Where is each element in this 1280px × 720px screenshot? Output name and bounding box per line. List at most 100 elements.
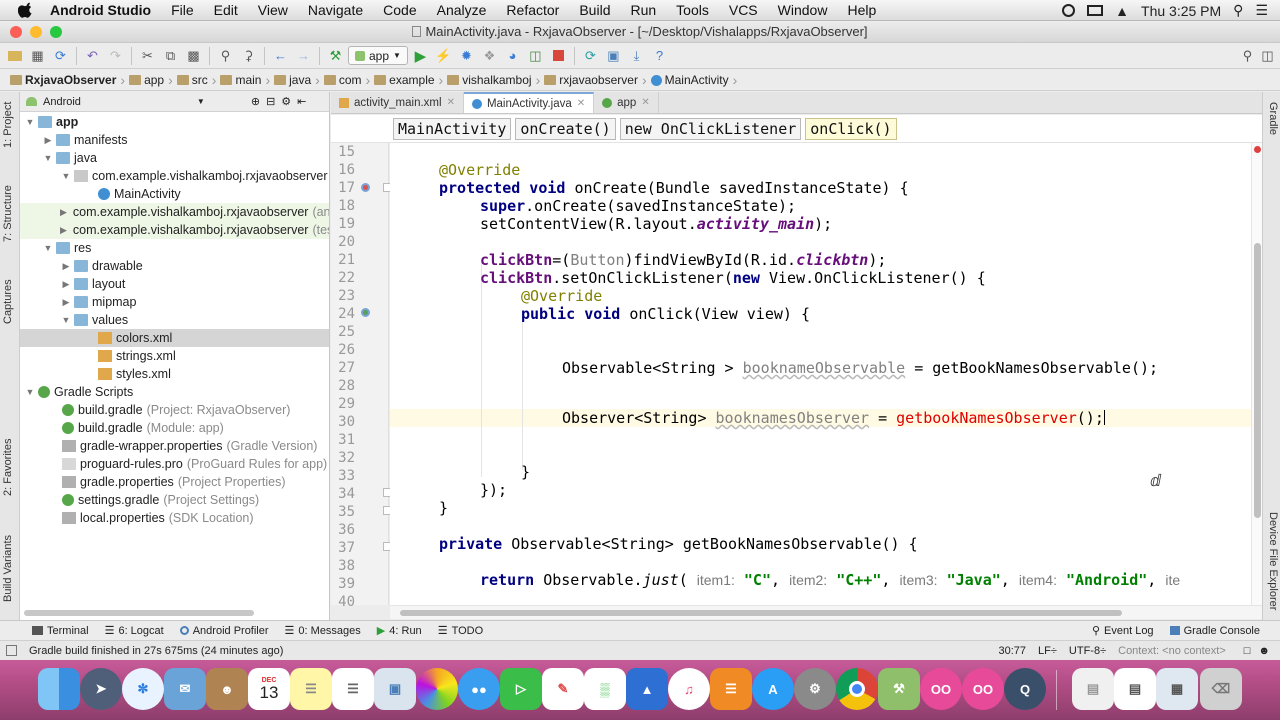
calendar-icon[interactable]: DEC 13 xyxy=(248,668,290,710)
crumb-mainactivity[interactable]: MainActivity xyxy=(647,71,733,90)
back-icon[interactable]: ← xyxy=(270,45,291,66)
undo-icon[interactable]: ↶ xyxy=(82,45,103,66)
breadcrumb-oncreate[interactable]: onCreate() xyxy=(515,117,616,140)
breadcrumb-onclick[interactable]: onClick() xyxy=(805,117,897,140)
tree-item-styles-xml[interactable]: styles.xml xyxy=(20,365,329,383)
tree-item-gradle-properties[interactable]: gradle.properties (Project Properties) xyxy=(20,473,329,491)
paste-icon[interactable]: ▩ xyxy=(183,45,204,66)
breadcrumb-listener[interactable]: new OnClickListener xyxy=(619,117,802,140)
notes-icon[interactable]: ☰ xyxy=(290,668,332,710)
run-config-select[interactable]: app ▼ xyxy=(348,46,408,65)
tree-item-mainactivity[interactable]: MainActivity xyxy=(20,185,329,203)
tab-mainactivity-java[interactable]: MainActivity.java ✕ xyxy=(463,92,595,113)
tree-item-layout[interactable]: ▶ layout xyxy=(20,275,329,293)
tree-item-settings-gradle[interactable]: settings.gradle (Project Settings) xyxy=(20,491,329,509)
caret-position[interactable]: 30:77 xyxy=(999,645,1027,657)
facetime-icon[interactable]: ▷ xyxy=(500,668,542,710)
photos-icon[interactable] xyxy=(416,668,458,710)
itunes-icon[interactable]: ♫ xyxy=(668,668,710,710)
menu-refactor[interactable]: Refactor xyxy=(496,2,569,18)
tree-item-proguard[interactable]: proguard-rules.pro (ProGuard Rules for ap… xyxy=(20,455,329,473)
notification-center-icon[interactable]: ☰ xyxy=(1255,2,1268,19)
project-view-select[interactable]: Android xyxy=(43,96,81,108)
messages-app-icon[interactable]: ●● xyxy=(458,668,500,710)
scroll-thumb[interactable] xyxy=(1254,243,1261,518)
tree-item-colors-xml[interactable]: colors.xml xyxy=(20,329,329,347)
run-tab[interactable]: ▶ 4: Run xyxy=(369,624,430,638)
debug-icon[interactable]: ✹ xyxy=(456,45,477,66)
code-editor[interactable]: @Override protected void onCreate(Bundle… xyxy=(390,143,1251,605)
crumb-src[interactable]: src xyxy=(173,71,212,90)
record-icon[interactable] xyxy=(1062,4,1076,17)
keynote-notepad-icon[interactable]: ✎ xyxy=(542,668,584,710)
documents-stack-icon[interactable]: ▤ xyxy=(1072,668,1114,710)
numbers-icon[interactable]: ▒ xyxy=(584,668,626,710)
chevron-down-icon[interactable]: ▼ xyxy=(197,97,205,106)
close-icon[interactable]: ✕ xyxy=(641,97,649,108)
tab-activity-main-xml[interactable]: activity_main.xml ✕ xyxy=(331,92,464,113)
editor-gutter[interactable]: 15 16 17 18 19 20 21 22 23 24 25 26 27 2… xyxy=(331,143,415,610)
build-variants-tool-tab[interactable]: Build Variants xyxy=(2,535,14,602)
tree-item-java[interactable]: ▼ java xyxy=(20,149,329,167)
hide-panel-icon[interactable]: ⇤ xyxy=(297,95,306,108)
menu-build[interactable]: Build xyxy=(569,2,620,18)
mail-icon[interactable]: ✉ xyxy=(164,668,206,710)
tree-item-mipmap[interactable]: ▶ mipmap xyxy=(20,293,329,311)
tree-item-build-gradle-project[interactable]: build.gradle (Project: RxjavaObserver) xyxy=(20,401,329,419)
crumb-vishalkamboj[interactable]: vishalkamboj xyxy=(443,71,535,90)
close-icon[interactable]: ✕ xyxy=(577,98,585,109)
tab-app-gradle[interactable]: app ✕ xyxy=(594,92,659,113)
tree-item-drawable[interactable]: ▶ drawable xyxy=(20,257,329,275)
crumb-java[interactable]: java xyxy=(270,71,315,90)
tree-item-package-main[interactable]: ▼ com.example.vishalkamboj.rxjavaobserver xyxy=(20,167,329,185)
android-studio-icon[interactable]: ⚒ xyxy=(878,668,920,710)
scroll-thumb[interactable] xyxy=(400,610,1122,616)
tree-item-package-androidtest[interactable]: ▶ com.example.vishalkamboj.rxjavaobserver… xyxy=(20,203,329,221)
crumb-com[interactable]: com xyxy=(320,71,366,90)
tree-item-res[interactable]: ▼ res xyxy=(20,239,329,257)
menu-tools[interactable]: Tools xyxy=(666,2,719,18)
menu-vcs[interactable]: VCS xyxy=(719,2,768,18)
chrome-icon[interactable] xyxy=(836,668,878,710)
menu-navigate[interactable]: Navigate xyxy=(298,2,373,18)
gradle-console-tab[interactable]: Gradle Console xyxy=(1162,625,1268,637)
crumb-app[interactable]: app xyxy=(125,71,168,90)
project-tool-tab[interactable]: 1: Project xyxy=(2,102,14,148)
breadcrumb-class[interactable]: MainActivity xyxy=(393,117,512,140)
forward-icon[interactable]: → xyxy=(293,45,314,66)
attach-debugger-icon[interactable]: ❖ xyxy=(479,45,500,66)
eject-icon[interactable]: ▲ xyxy=(1115,3,1129,19)
crumb-main[interactable]: main xyxy=(216,71,265,90)
messages-tab[interactable]: ☰ 0: Messages xyxy=(277,624,369,638)
inspector-icon[interactable]: ☻ xyxy=(1258,645,1270,657)
contacts-icon[interactable]: ☻ xyxy=(206,668,248,710)
sync-icon[interactable]: ⟳ xyxy=(50,45,71,66)
profiler-tab[interactable]: Android Profiler xyxy=(172,625,277,637)
menu-edit[interactable]: Edit xyxy=(204,2,248,18)
close-window-icon[interactable] xyxy=(10,26,22,38)
help-icon[interactable]: ? xyxy=(649,45,670,66)
favorites-tool-tab[interactable]: 2: Favorites xyxy=(2,439,14,496)
make-project-icon[interactable]: ⚒ xyxy=(325,45,346,66)
zoom-window-icon[interactable] xyxy=(50,26,62,38)
open-folder-icon[interactable] xyxy=(4,45,25,66)
system-preferences-icon[interactable]: ⚙ xyxy=(794,668,836,710)
menu-view[interactable]: View xyxy=(248,2,298,18)
trash-icon[interactable]: ⌫ xyxy=(1200,668,1242,710)
launchpad-icon[interactable]: ➤ xyxy=(80,668,122,710)
tree-item-manifests[interactable]: ▶ manifests xyxy=(20,131,329,149)
replace-icon[interactable]: ⚳ xyxy=(238,45,259,66)
quicktime-icon[interactable]: Q xyxy=(1004,668,1046,710)
cut-icon[interactable]: ✂ xyxy=(137,45,158,66)
find-icon[interactable]: ⚲ xyxy=(215,45,236,66)
override-gutter-icon[interactable] xyxy=(361,183,370,192)
sdk-manager-icon[interactable]: ⤓ xyxy=(626,45,647,66)
tree-item-gradle-scripts[interactable]: ▼ Gradle Scripts xyxy=(20,383,329,401)
run-icon[interactable]: ▶ xyxy=(410,45,431,66)
structure-tool-tab[interactable]: 7: Structure xyxy=(2,185,14,242)
crumb-example[interactable]: example xyxy=(370,71,438,90)
gear-icon[interactable]: ⚙ xyxy=(281,95,291,108)
downloads-stack-icon[interactable]: ▦ xyxy=(1156,668,1198,710)
status-message[interactable]: Gradle build finished in 27s 675ms (24 m… xyxy=(29,645,283,657)
copy-icon[interactable]: ⧉ xyxy=(160,45,181,66)
